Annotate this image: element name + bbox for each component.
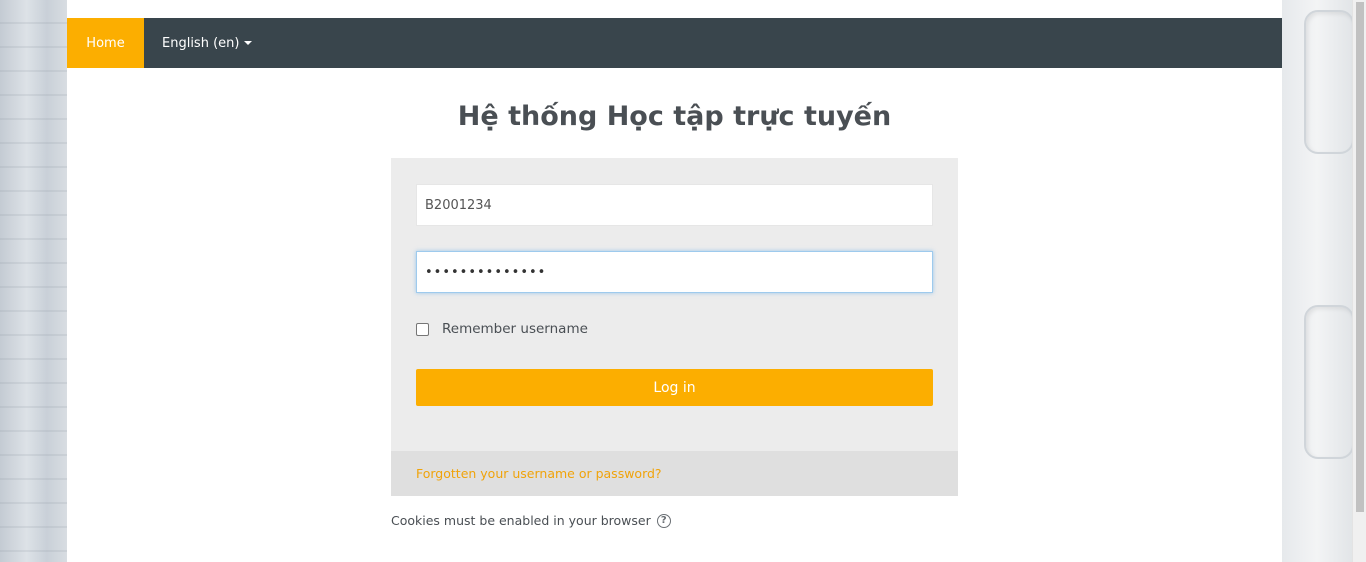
language-menu-label: English (en) — [162, 35, 240, 51]
page-container: Home English (en) Hệ thống Học tập trực … — [67, 0, 1282, 562]
background-right — [1282, 0, 1354, 562]
login-button[interactable]: Log in — [416, 369, 933, 406]
forgot-password-link[interactable]: Forgotten your username or password? — [416, 466, 662, 481]
cookies-notice: Cookies must be enabled in your browser … — [391, 513, 671, 528]
background-tile — [1304, 10, 1354, 154]
password-input[interactable]: •••••••••••••• — [416, 251, 933, 293]
scrollbar[interactable] — [1352, 0, 1366, 562]
remember-username-label: Remember username — [442, 321, 588, 337]
login-card: B2001234 •••••••••••••• Remember usernam… — [391, 158, 958, 496]
nav-home-link[interactable]: Home — [67, 18, 144, 68]
navbar: Home English (en) — [67, 18, 1282, 68]
help-icon[interactable]: ? — [656, 513, 671, 528]
page-title: Hệ thống Học tập trực tuyến — [457, 101, 892, 132]
caret-down-icon — [244, 41, 253, 45]
login-card-footer: Forgotten your username or password? — [391, 451, 958, 496]
language-menu[interactable]: English (en) — [162, 35, 253, 51]
scrollbar-thumb[interactable] — [1356, 2, 1364, 512]
remember-username-checkbox[interactable] — [416, 322, 429, 336]
background-tile — [1304, 305, 1354, 459]
background-left — [0, 0, 67, 562]
username-input[interactable]: B2001234 — [416, 184, 933, 226]
remember-username[interactable]: Remember username — [416, 321, 588, 337]
cookies-notice-text: Cookies must be enabled in your browser — [391, 513, 651, 528]
